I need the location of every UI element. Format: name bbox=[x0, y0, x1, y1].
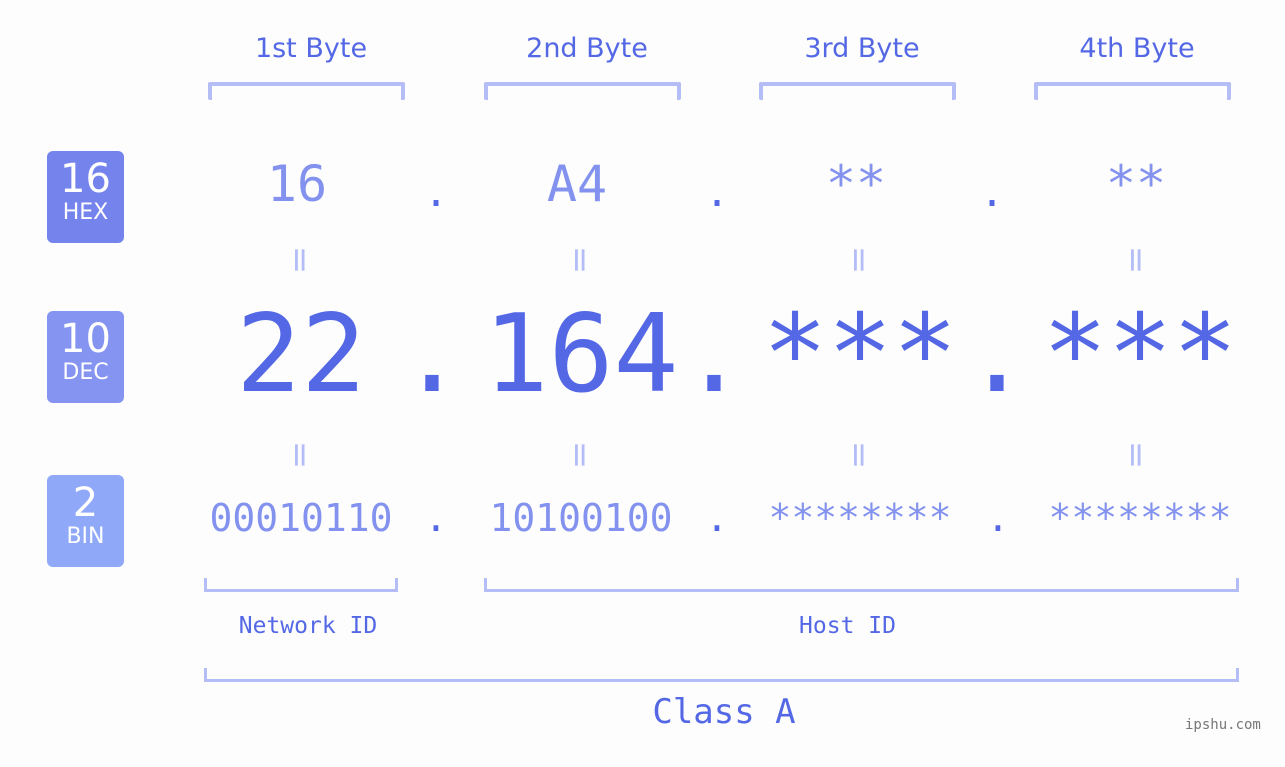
hex-dot-1: . bbox=[423, 170, 449, 216]
equals-icon: = bbox=[280, 440, 320, 470]
hex-dot-3: . bbox=[979, 170, 1005, 216]
byte-header-4: 4th Byte bbox=[1079, 33, 1195, 64]
class-label: Class A bbox=[652, 692, 796, 732]
bin-dot-1: . bbox=[424, 496, 448, 540]
bin-byte-3: ******** bbox=[768, 496, 952, 540]
bin-dot-2: . bbox=[705, 496, 729, 540]
byte-bracket-4 bbox=[1034, 82, 1231, 100]
dec-byte-4: *** bbox=[1042, 292, 1238, 417]
equals-icon: = bbox=[560, 440, 600, 470]
hex-dot-2: . bbox=[704, 170, 730, 216]
dec-byte-3: *** bbox=[762, 292, 958, 417]
bin-byte-4: ******** bbox=[1048, 496, 1232, 540]
network-id-label: Network ID bbox=[238, 613, 378, 639]
bin-badge-label: BIN bbox=[66, 524, 105, 549]
bin-byte-1: 00010110 bbox=[209, 496, 393, 540]
dec-badge: 10 DEC bbox=[47, 311, 124, 403]
class-bracket bbox=[204, 668, 1239, 682]
byte-bracket-2 bbox=[484, 82, 681, 100]
byte-bracket-3 bbox=[759, 82, 956, 100]
hex-byte-3: ** bbox=[825, 155, 887, 213]
equals-icon: = bbox=[280, 245, 320, 275]
hex-byte-4: ** bbox=[1105, 155, 1167, 213]
equals-icon: = bbox=[560, 245, 600, 275]
equals-icon: = bbox=[1116, 440, 1156, 470]
host-id-label: Host ID bbox=[799, 613, 896, 639]
hex-badge: 16 HEX bbox=[47, 151, 124, 243]
dec-byte-2: 164 bbox=[483, 292, 679, 417]
watermark: ipshu.com bbox=[1185, 717, 1261, 733]
bin-byte-2: 10100100 bbox=[489, 496, 673, 540]
bin-dot-3: . bbox=[986, 496, 1010, 540]
bin-badge-number: 2 bbox=[72, 480, 99, 526]
byte-bracket-1 bbox=[208, 82, 405, 100]
network-id-bracket bbox=[204, 578, 398, 592]
host-id-bracket bbox=[484, 578, 1239, 592]
equals-icon: = bbox=[839, 440, 879, 470]
dec-badge-number: 10 bbox=[60, 316, 111, 362]
dec-badge-label: DEC bbox=[62, 360, 109, 385]
hex-byte-2: A4 bbox=[546, 155, 608, 213]
byte-header-2: 2nd Byte bbox=[526, 33, 648, 64]
hex-badge-label: HEX bbox=[62, 200, 109, 225]
hex-byte-1: 16 bbox=[266, 155, 328, 213]
hex-badge-number: 16 bbox=[60, 156, 111, 202]
bin-badge: 2 BIN bbox=[47, 475, 124, 567]
byte-header-3: 3rd Byte bbox=[804, 33, 920, 64]
byte-header-1: 1st Byte bbox=[254, 33, 368, 64]
equals-icon: = bbox=[1116, 245, 1156, 275]
equals-icon: = bbox=[839, 245, 879, 275]
